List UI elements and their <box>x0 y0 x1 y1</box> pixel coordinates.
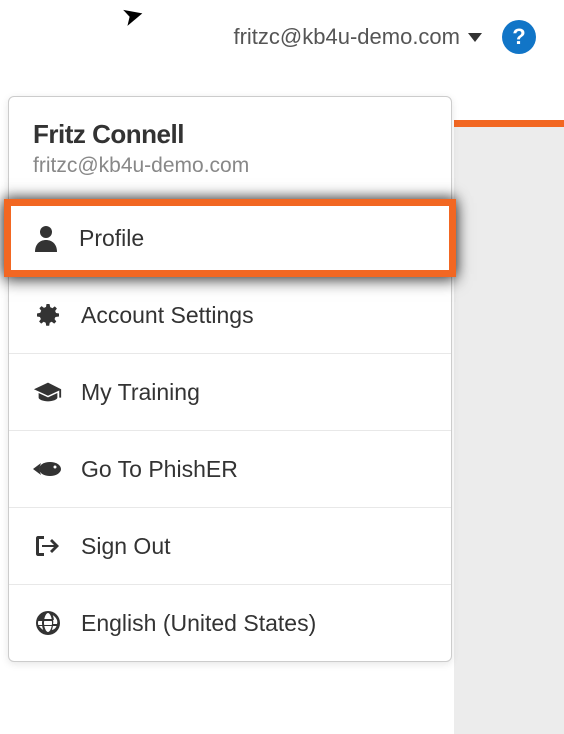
menu-label-profile: Profile <box>79 225 144 252</box>
caret-down-icon <box>468 33 482 42</box>
help-symbol: ? <box>512 24 525 50</box>
user-email-dropdown[interactable]: fritzc@kb4u-demo.com <box>233 24 482 50</box>
help-icon[interactable]: ? <box>502 20 536 54</box>
gear-icon <box>33 301 63 329</box>
accent-bar <box>454 120 564 127</box>
profile-highlight: Profile <box>4 199 456 277</box>
user-name: Fritz Connell <box>33 119 427 150</box>
globe-icon <box>33 609 63 637</box>
menu-item-my-training[interactable]: My Training <box>9 354 451 431</box>
user-header: Fritz Connell fritzc@kb4u-demo.com <box>9 97 451 201</box>
fish-icon <box>33 455 63 483</box>
menu-label-account-settings: Account Settings <box>81 302 254 329</box>
menu-label-my-training: My Training <box>81 379 200 406</box>
menu-item-sign-out[interactable]: Sign Out <box>9 508 451 585</box>
menu-label-phisher: Go To PhishER <box>81 456 238 483</box>
menu-label-sign-out: Sign Out <box>81 533 171 560</box>
sign-out-icon <box>33 532 63 560</box>
graduation-cap-icon <box>33 378 63 406</box>
background-panel <box>454 127 564 734</box>
header: fritzc@kb4u-demo.com ? <box>0 0 564 70</box>
menu-item-phisher[interactable]: Go To PhishER <box>9 431 451 508</box>
menu-item-language[interactable]: English (United States) <box>9 585 451 661</box>
menu-item-profile[interactable]: Profile <box>11 206 449 270</box>
menu-item-account-settings[interactable]: Account Settings <box>9 277 451 354</box>
menu-label-language: English (United States) <box>81 610 316 637</box>
user-dropdown-panel: Fritz Connell fritzc@kb4u-demo.com Profi… <box>8 96 452 662</box>
user-email: fritzc@kb4u-demo.com <box>33 154 427 178</box>
header-email: fritzc@kb4u-demo.com <box>233 24 460 50</box>
user-icon <box>31 224 61 252</box>
